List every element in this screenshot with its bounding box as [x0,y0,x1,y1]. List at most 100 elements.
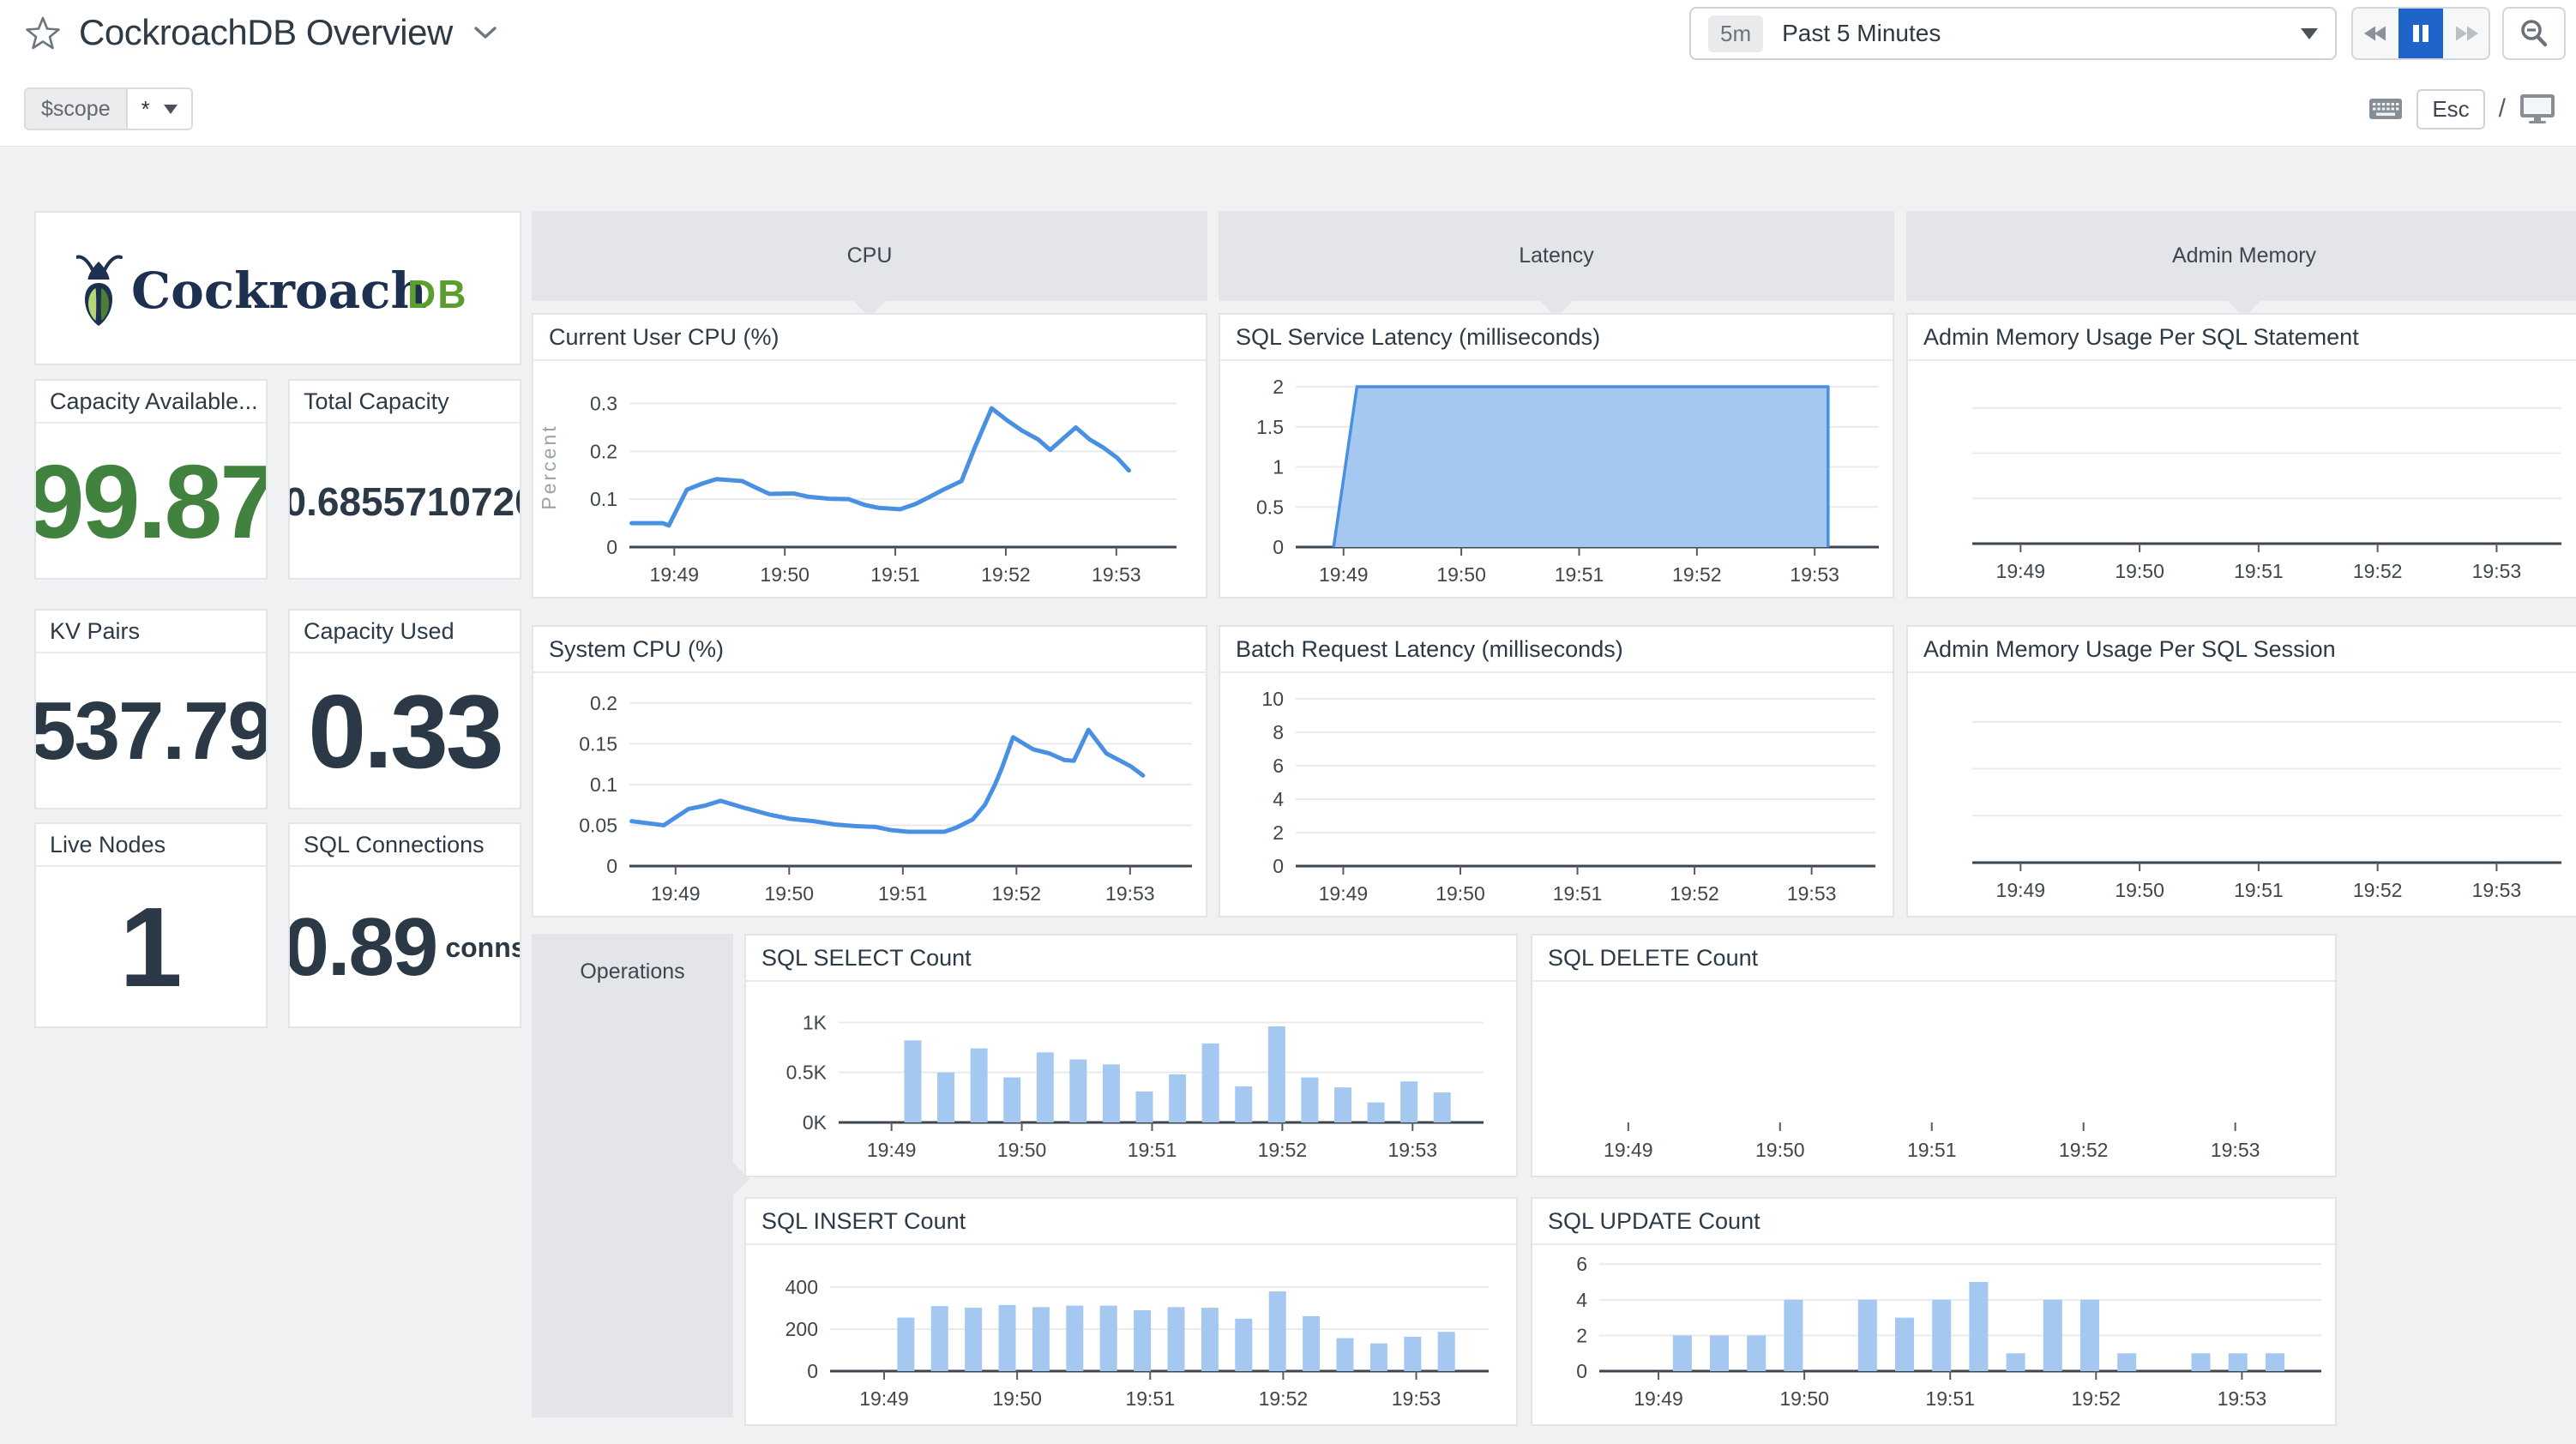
scope-label: $scope [26,89,126,129]
admin-memory-session-chart[interactable]: 19:49 19:50 19:51 19:52 19:53 [1908,675,2576,916]
fast-forward-button[interactable] [2443,9,2489,58]
panel-current-user-cpu: Current User CPU (%) 0 0.1 0.2 0.3 19:49 19:5… [532,313,1207,599]
panel-system-cpu: System CPU (%) 0 0.05 0.1 0.15 0.2 19:49 19:50… [532,625,1207,918]
svg-text:0: 0 [807,1360,818,1382]
rewind-button[interactable] [2353,9,2398,58]
dashboard-canvas: Cockroach DB Capacity Available... 99.87… [0,146,2576,1444]
svg-text:19:51: 19:51 [1907,1139,1957,1161]
group-header-operations[interactable]: Operations [532,934,749,1417]
panel-admin-memory-session: Admin Memory Usage Per SQL Session 19:49… [1906,625,2576,918]
stat-kv-pairs: KV Pairs 537.79 [34,609,268,809]
stat-value: 537.79 [34,685,268,777]
sql-update-count-chart[interactable]: 0 2 4 6 19:49 19:50 19:51 19:52 19:53 [1532,1247,2335,1424]
sql-insert-count-chart[interactable]: 0 200 400 19:49 19:50 19:51 19:52 19:53 [746,1247,1516,1424]
svg-text:19:51: 19:51 [2234,879,2284,901]
svg-text:2: 2 [1576,1324,1587,1346]
stat-title: SQL Connections [290,824,520,867]
current-user-cpu-chart[interactable]: 0 0.1 0.2 0.3 19:49 19:50 19:51 19:52 19:53 Perce… [533,363,1206,597]
stat-capacity-used: Capacity Used 0.33 [288,609,521,809]
svg-text:1: 1 [1273,456,1284,478]
esc-key-button[interactable]: Esc [2417,88,2485,129]
pause-button[interactable] [2398,9,2444,58]
svg-text:19:52: 19:52 [2353,560,2403,582]
svg-text:19:50: 19:50 [1435,882,1485,905]
svg-text:19:53: 19:53 [1105,882,1155,905]
panel-sql-update-count: SQL UPDATE Count 0 2 4 6 19:49 19:50 19:51 19:5… [1531,1197,2337,1426]
batch-request-latency-chart[interactable]: 0 2 4 6 8 10 19:49 19:50 19:51 19:52 19:53 [1220,675,1893,916]
stat-title: KV Pairs [36,611,266,653]
svg-text:19:51: 19:51 [1553,882,1603,905]
svg-text:8: 8 [1273,721,1284,743]
stat-value: 0.33 [308,673,503,790]
dashboard-title-row: CockroachDB Overview [24,12,497,53]
svg-text:19:51: 19:51 [870,563,920,586]
svg-text:Percent: Percent [538,424,560,509]
template-variable-scope[interactable]: $scope * [24,87,193,130]
svg-text:2: 2 [1273,821,1284,844]
stat-live-nodes: Live Nodes 1 [34,822,268,1028]
group-header-admin-memory[interactable]: Admin Memory [1906,211,2576,317]
svg-text:19:53: 19:53 [1392,1387,1441,1410]
stat-value: 1 [119,884,183,1010]
chart-title: SQL Service Latency (milliseconds) [1220,315,1893,361]
svg-text:6: 6 [1576,1253,1587,1275]
svg-text:19:50: 19:50 [992,1387,1042,1410]
svg-text:0.1: 0.1 [590,488,617,510]
svg-text:0: 0 [1576,1360,1587,1382]
sql-select-count-chart[interactable]: 0K 0.5K 1K 19:49 19:50 19:51 19:52 19:53 [746,984,1516,1176]
cockroach-bug-icon [76,255,123,326]
svg-text:19:53: 19:53 [2211,1139,2260,1161]
admin-memory-statement-chart[interactable]: 19:49 19:50 19:51 19:52 19:53 [1908,363,2576,597]
chart-title: SQL INSERT Count [746,1199,1516,1245]
logo-wordmark: Cockroach [131,262,427,320]
svg-text:19:50: 19:50 [2115,560,2164,582]
svg-text:0.3: 0.3 [590,393,617,415]
panel-admin-memory-statement: Admin Memory Usage Per SQL Statement 19:… [1906,313,2576,599]
caret-down-icon [163,104,178,114]
panel-sql-insert-count: SQL INSERT Count 0 200 400 19:49 19:50 19:51 1… [744,1197,1518,1426]
svg-text:19:50: 19:50 [1779,1387,1829,1410]
zoom-out-button[interactable] [2502,7,2566,60]
svg-text:19:53: 19:53 [2218,1387,2267,1410]
svg-text:19:53: 19:53 [2472,560,2522,582]
chart-title: Batch Request Latency (milliseconds) [1220,627,1893,673]
svg-text:19:49: 19:49 [651,882,701,905]
sql-service-latency-chart[interactable]: 0 0.5 1 1.5 2 19:49 19:50 19:51 19:52 19:53 [1220,363,1893,597]
svg-text:1.5: 1.5 [1256,416,1284,438]
sql-delete-count-chart[interactable]: 19:49 19:50 19:51 19:52 19:53 [1532,984,2335,1176]
svg-text:19:51: 19:51 [1128,1139,1177,1161]
caret-down-icon [2301,27,2318,39]
group-label: Admin Memory [2171,244,2317,268]
svg-text:2: 2 [1273,376,1284,398]
stat-value: 0.89 [288,901,438,993]
stat-title: Live Nodes [36,824,266,867]
group-header-cpu[interactable]: CPU [532,211,1207,317]
svg-text:19:52: 19:52 [2072,1387,2122,1410]
scope-value-dropdown[interactable]: * [125,89,191,129]
stat-value: 99.87 [34,443,268,560]
chart-title: Admin Memory Usage Per SQL Statement [1908,315,2576,361]
svg-text:19:53: 19:53 [1387,1139,1437,1161]
stat-title: Capacity Available... [36,381,266,424]
svg-text:0.5: 0.5 [1256,496,1284,518]
svg-text:0: 0 [1273,536,1284,558]
svg-text:0.2: 0.2 [590,692,617,714]
favorite-star-icon[interactable] [24,14,62,51]
svg-text:19:50: 19:50 [1436,563,1486,586]
chart-title: SQL UPDATE Count [1532,1199,2335,1245]
svg-text:4: 4 [1576,1289,1587,1311]
title-chevron-down-icon[interactable] [473,25,497,40]
svg-text:19:50: 19:50 [2115,879,2164,901]
group-label: CPU [846,244,893,268]
chart-title: SQL DELETE Count [1532,936,2335,982]
tv-mode-icon[interactable] [2519,93,2555,124]
svg-text:19:50: 19:50 [1755,1139,1805,1161]
svg-text:19:49: 19:49 [650,563,700,586]
stat-unit: conns [445,931,521,963]
svg-text:19:50: 19:50 [765,882,815,905]
time-range-selector[interactable]: 5m Past 5 Minutes [1689,7,2337,60]
group-header-latency[interactable]: Latency [1219,211,1894,317]
svg-text:200: 200 [785,1318,818,1340]
system-cpu-chart[interactable]: 0 0.05 0.1 0.15 0.2 19:49 19:50 19:51 19:52 19:53 [533,675,1206,916]
time-range-label: Past 5 Minutes [1782,20,1941,46]
